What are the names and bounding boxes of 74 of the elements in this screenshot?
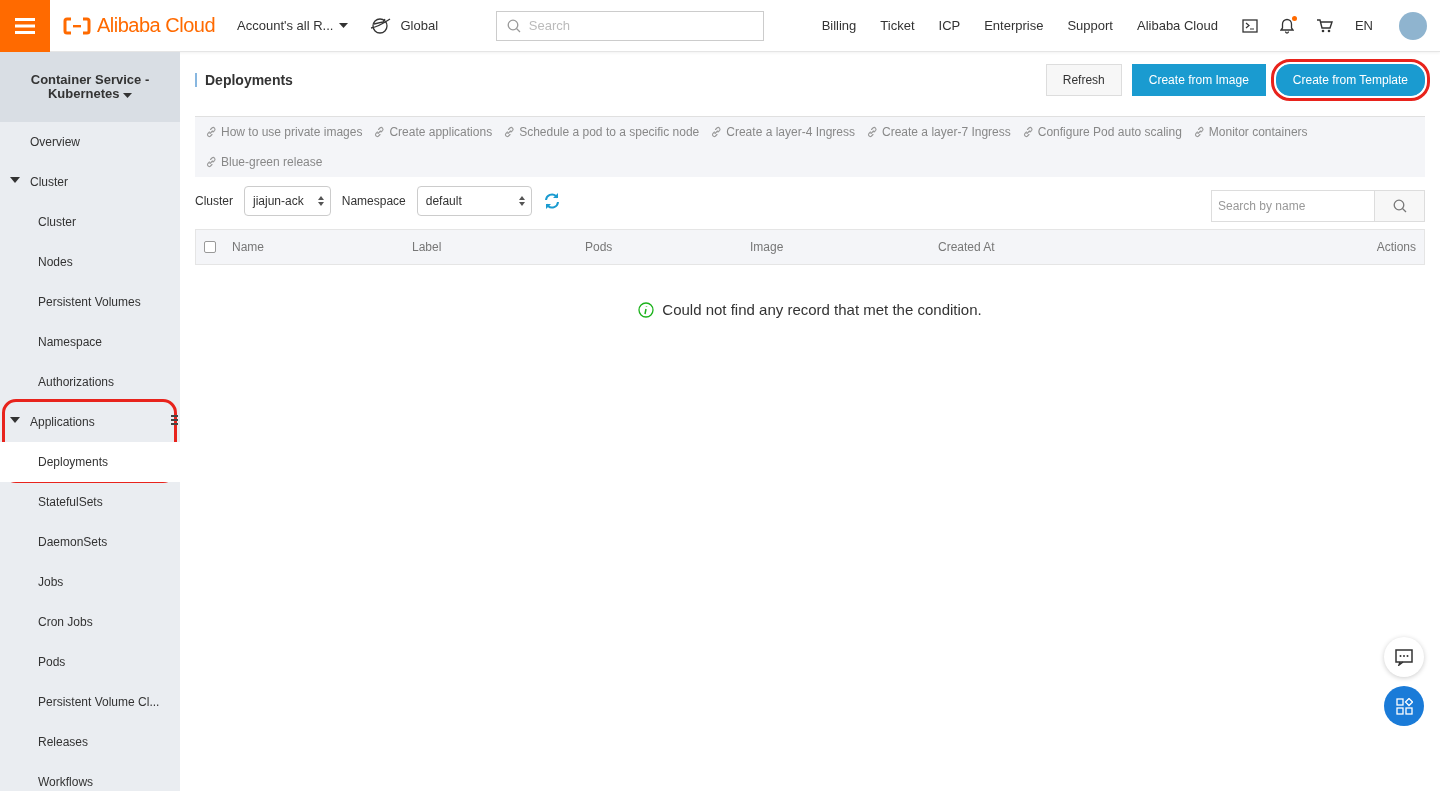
filter-label: Cluster bbox=[195, 194, 233, 208]
link-icon bbox=[373, 126, 386, 138]
link-icon bbox=[1021, 126, 1034, 138]
globe-plane-icon bbox=[370, 15, 393, 36]
sidebar-item[interactable]: Persistent Volume Cl... bbox=[0, 682, 180, 722]
sidebar-item[interactable]: Overview bbox=[0, 122, 180, 162]
column-header: Image bbox=[750, 240, 785, 254]
refresh-button[interactable]: Refresh bbox=[1045, 64, 1122, 96]
name-search-field[interactable]: Search by name bbox=[1211, 190, 1375, 222]
sidebar-item[interactable]: Deployments bbox=[0, 442, 180, 482]
sidebar-item[interactable]: Nodes bbox=[0, 242, 180, 282]
column-header: Created At bbox=[938, 240, 996, 254]
cart-icon[interactable] bbox=[1315, 18, 1333, 33]
logo-text: Alibaba Cloud bbox=[97, 14, 216, 37]
region-selector[interactable]: Global bbox=[370, 15, 439, 36]
sidebar-item[interactable]: Persistent Volumes bbox=[0, 282, 180, 322]
apps-icon bbox=[1395, 697, 1413, 715]
sidebar-item[interactable]: Authorizations bbox=[0, 362, 180, 402]
avatar[interactable] bbox=[1399, 11, 1427, 40]
link-icon bbox=[205, 126, 217, 138]
empty-message: Could not find any record that met the condition. bbox=[662, 301, 982, 318]
column-header: Label bbox=[412, 240, 443, 254]
sidebar-item[interactable]: StatefulSets bbox=[0, 482, 180, 522]
refresh-icon[interactable] bbox=[542, 192, 561, 210]
link-icon bbox=[866, 126, 878, 138]
sidebar-item[interactable]: Cron Jobs bbox=[0, 602, 180, 642]
menu-button[interactable] bbox=[0, 0, 50, 52]
link-icon bbox=[503, 126, 516, 138]
page-title: Deployments bbox=[195, 73, 293, 87]
filter-label: Namespace bbox=[341, 194, 406, 208]
collapse-handle-icon[interactable] bbox=[171, 415, 178, 425]
logo-icon bbox=[63, 15, 91, 36]
nav-link[interactable]: Billing bbox=[821, 18, 857, 33]
column-header: Pods bbox=[585, 240, 614, 254]
info-icon bbox=[638, 301, 655, 318]
sidebar-item[interactable]: Releases bbox=[0, 722, 180, 762]
search-field[interactable]: Search bbox=[495, 10, 764, 41]
search-icon bbox=[1392, 199, 1407, 213]
sidebar-group[interactable]: Applications bbox=[0, 402, 180, 442]
chat-button[interactable] bbox=[1384, 637, 1424, 677]
column-header: Actions bbox=[1376, 240, 1417, 254]
language-selector[interactable]: EN bbox=[1354, 18, 1373, 33]
nav-link[interactable]: Ticket bbox=[880, 18, 915, 33]
updown-icon bbox=[518, 196, 525, 206]
bell-icon[interactable] bbox=[1279, 17, 1294, 34]
caret-icon bbox=[339, 23, 349, 28]
sidebar-item[interactable]: Pods bbox=[0, 642, 180, 682]
search-button[interactable] bbox=[1375, 190, 1425, 222]
account-dropdown[interactable]: Account's all R... bbox=[237, 18, 349, 33]
nav-link[interactable]: Enterprise bbox=[984, 18, 1044, 33]
select-dropdown[interactable]: jiajun-ack bbox=[244, 186, 331, 216]
sidebar-group[interactable]: Cluster bbox=[0, 162, 180, 202]
updown-icon bbox=[317, 196, 324, 206]
sidebar-item[interactable]: DaemonSets bbox=[0, 522, 180, 562]
product-switcher[interactable]: Container Service - Kubernetes bbox=[0, 52, 180, 122]
caret-icon bbox=[123, 93, 133, 98]
apps-button[interactable] bbox=[1384, 686, 1424, 726]
column-header: Name bbox=[232, 240, 265, 254]
nav-link[interactable]: Alibaba Cloud bbox=[1137, 18, 1218, 33]
link-icon bbox=[205, 156, 217, 168]
sidebar-item[interactable]: Namespace bbox=[0, 322, 180, 362]
sidebar-item[interactable]: Cluster bbox=[0, 202, 180, 242]
menu-icon bbox=[15, 15, 35, 36]
link-icon bbox=[710, 126, 723, 138]
sidebar-item[interactable]: Jobs bbox=[0, 562, 180, 602]
link-icon bbox=[1192, 126, 1205, 138]
select-all-checkbox[interactable] bbox=[204, 241, 216, 253]
nav-link[interactable]: ICP bbox=[938, 18, 961, 33]
select-dropdown[interactable]: default bbox=[416, 186, 532, 216]
terminal-icon[interactable] bbox=[1241, 18, 1258, 33]
nav-link[interactable]: Support bbox=[1067, 18, 1113, 33]
chat-icon bbox=[1395, 648, 1413, 666]
search-icon bbox=[506, 18, 521, 33]
sidebar-item[interactable]: Workflows bbox=[0, 762, 180, 791]
